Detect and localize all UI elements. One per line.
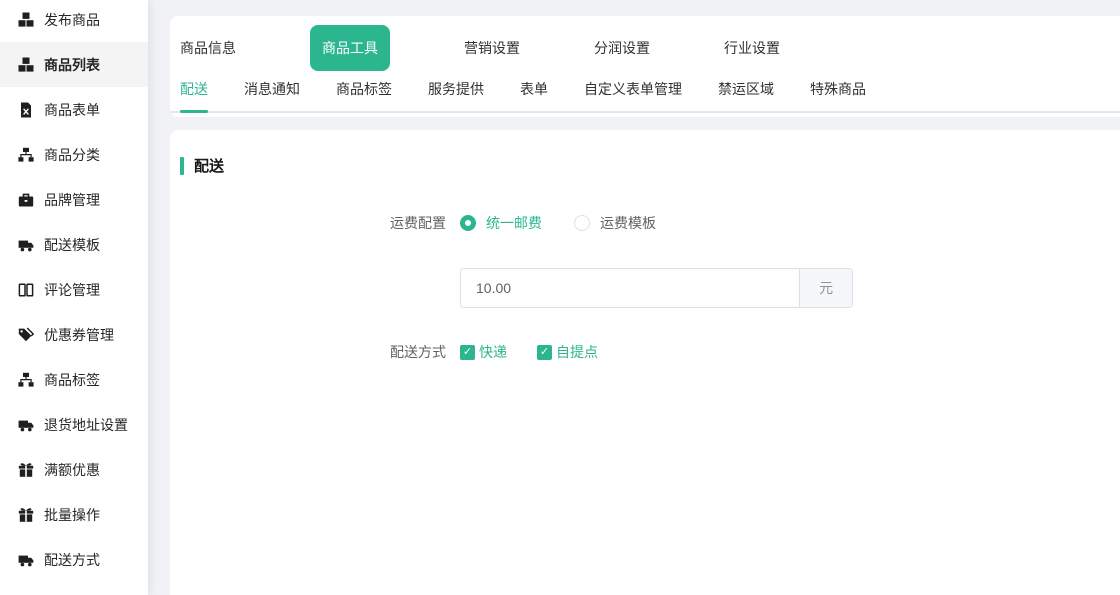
content-panel: 配送 运费配置 统一邮费 运费模板 xyxy=(170,130,1120,595)
sidebar: 发布商品 商品列表 商品表单 商品分类 品牌管理 配送模板 评论管理 优惠券管 xyxy=(0,0,148,595)
gift-icon xyxy=(18,507,34,523)
sidebar-item-full-amount-discount[interactable]: 满额优惠 xyxy=(0,447,148,492)
section-title-bar xyxy=(180,157,184,175)
subtab-message-notification[interactable]: 消息通知 xyxy=(244,79,300,111)
tab-marketing-settings[interactable]: 营销设置 xyxy=(464,38,520,58)
tab-industry-settings[interactable]: 行业设置 xyxy=(724,38,780,58)
checkbox-pickup-point[interactable]: ✓ 自提点 xyxy=(537,342,598,362)
cubes-icon xyxy=(18,12,34,28)
postage-fee-input[interactable] xyxy=(461,269,799,307)
main-area: 商品信息 商品工具 营销设置 分润设置 行业设置 配送 消息通知 商品标签 服务… xyxy=(170,0,1120,595)
sidebar-item-label: 商品分类 xyxy=(44,145,100,165)
section-title: 配送 xyxy=(180,130,1120,176)
sitemap-icon xyxy=(18,147,34,163)
sidebar-item-delivery-method[interactable]: 配送方式 xyxy=(0,537,148,582)
section-title-text: 配送 xyxy=(194,155,224,176)
postage-fee-row: 元 xyxy=(170,268,1120,308)
checkbox-express-label: 快递 xyxy=(479,342,507,362)
checkbox-checked-icon[interactable]: ✓ xyxy=(460,345,475,360)
sidebar-item-product-list[interactable]: 商品列表 xyxy=(0,42,148,87)
radio-unified-postage-label: 统一邮费 xyxy=(486,213,542,233)
subtab-service-provision[interactable]: 服务提供 xyxy=(428,79,484,111)
postage-fee-unit: 元 xyxy=(799,269,852,307)
file-x-icon xyxy=(18,102,34,118)
sidebar-item-return-address-settings[interactable]: 退货地址设置 xyxy=(0,402,148,447)
sidebar-item-product-category[interactable]: 商品分类 xyxy=(0,132,148,177)
radio-unified-postage[interactable]: 统一邮费 xyxy=(460,213,542,233)
radio-selected-icon[interactable] xyxy=(460,215,476,231)
checkbox-checked-icon[interactable]: ✓ xyxy=(537,345,552,360)
sidebar-item-label: 评论管理 xyxy=(44,280,100,300)
tab-product-info[interactable]: 商品信息 xyxy=(180,38,236,58)
sidebar-item-label: 配送方式 xyxy=(44,550,100,570)
sidebar-item-product-tags[interactable]: 商品标签 xyxy=(0,357,148,402)
cubes-icon xyxy=(18,57,34,73)
radio-unselected-icon[interactable] xyxy=(574,215,590,231)
delivery-method-row: 配送方式 ✓ 快递 ✓ 自提点 xyxy=(170,342,1120,362)
sidebar-item-label: 商品标签 xyxy=(44,370,100,390)
truck-icon xyxy=(18,417,34,433)
sidebar-item-product-form[interactable]: 商品表单 xyxy=(0,87,148,132)
subtab-product-tags[interactable]: 商品标签 xyxy=(336,79,392,111)
freight-radio-group: 统一邮费 运费模板 xyxy=(460,213,656,233)
subtab-custom-form-management[interactable]: 自定义表单管理 xyxy=(584,79,682,111)
delivery-method-checkbox-group: ✓ 快递 ✓ 自提点 xyxy=(460,342,598,362)
sidebar-item-brand-management[interactable]: 品牌管理 xyxy=(0,177,148,222)
briefcase-icon xyxy=(18,192,34,208)
gift-icon xyxy=(18,462,34,478)
tab-product-tools[interactable]: 商品工具 xyxy=(310,25,390,71)
sub-tabs: 配送 消息通知 商品标签 服务提供 表单 自定义表单管理 禁运区域 特殊商品 xyxy=(170,70,1120,113)
delivery-form: 运费配置 统一邮费 运费模板 xyxy=(170,213,1120,362)
subtab-form[interactable]: 表单 xyxy=(520,79,548,111)
sidebar-item-publish-product[interactable]: 发布商品 xyxy=(0,0,148,42)
subtab-embargo-area[interactable]: 禁运区域 xyxy=(718,79,774,111)
sidebar-item-label: 满额优惠 xyxy=(44,460,100,480)
delivery-method-label: 配送方式 xyxy=(170,342,446,362)
truck-icon xyxy=(18,552,34,568)
freight-config-label: 运费配置 xyxy=(170,213,446,233)
radio-freight-template[interactable]: 运费模板 xyxy=(574,213,656,233)
sidebar-item-comment-management[interactable]: 评论管理 xyxy=(0,267,148,312)
tab-profit-settings[interactable]: 分润设置 xyxy=(594,38,650,58)
main-tabs: 商品信息 商品工具 营销设置 分润设置 行业设置 xyxy=(170,26,1120,70)
columns-icon xyxy=(18,282,34,298)
sidebar-item-label: 配送模板 xyxy=(44,235,100,255)
checkbox-express[interactable]: ✓ 快递 xyxy=(460,342,507,362)
postage-fee-input-group: 元 xyxy=(460,268,853,308)
sidebar-item-label: 优惠券管理 xyxy=(44,325,114,345)
tag-icon xyxy=(18,327,34,343)
sidebar-item-label: 商品列表 xyxy=(44,55,100,75)
sidebar-item-batch-operations[interactable]: 批量操作 xyxy=(0,492,148,537)
sidebar-item-delivery-template[interactable]: 配送模板 xyxy=(0,222,148,267)
sidebar-item-label: 商品表单 xyxy=(44,100,100,120)
sidebar-menu: 发布商品 商品列表 商品表单 商品分类 品牌管理 配送模板 评论管理 优惠券管 xyxy=(0,0,148,582)
sitemap-icon xyxy=(18,372,34,388)
sidebar-item-label: 发布商品 xyxy=(44,10,100,30)
truck-icon xyxy=(18,237,34,253)
tabs-panel: 商品信息 商品工具 营销设置 分润设置 行业设置 配送 消息通知 商品标签 服务… xyxy=(170,16,1120,117)
freight-config-row: 运费配置 统一邮费 运费模板 xyxy=(170,213,1120,233)
checkbox-pickup-point-label: 自提点 xyxy=(556,342,598,362)
sidebar-item-label: 批量操作 xyxy=(44,505,100,525)
sidebar-item-label: 退货地址设置 xyxy=(44,415,128,435)
sidebar-item-label: 品牌管理 xyxy=(44,190,100,210)
sidebar-item-coupon-management[interactable]: 优惠券管理 xyxy=(0,312,148,357)
radio-freight-template-label: 运费模板 xyxy=(600,213,656,233)
subtab-special-products[interactable]: 特殊商品 xyxy=(810,79,866,111)
subtab-delivery[interactable]: 配送 xyxy=(180,79,208,111)
